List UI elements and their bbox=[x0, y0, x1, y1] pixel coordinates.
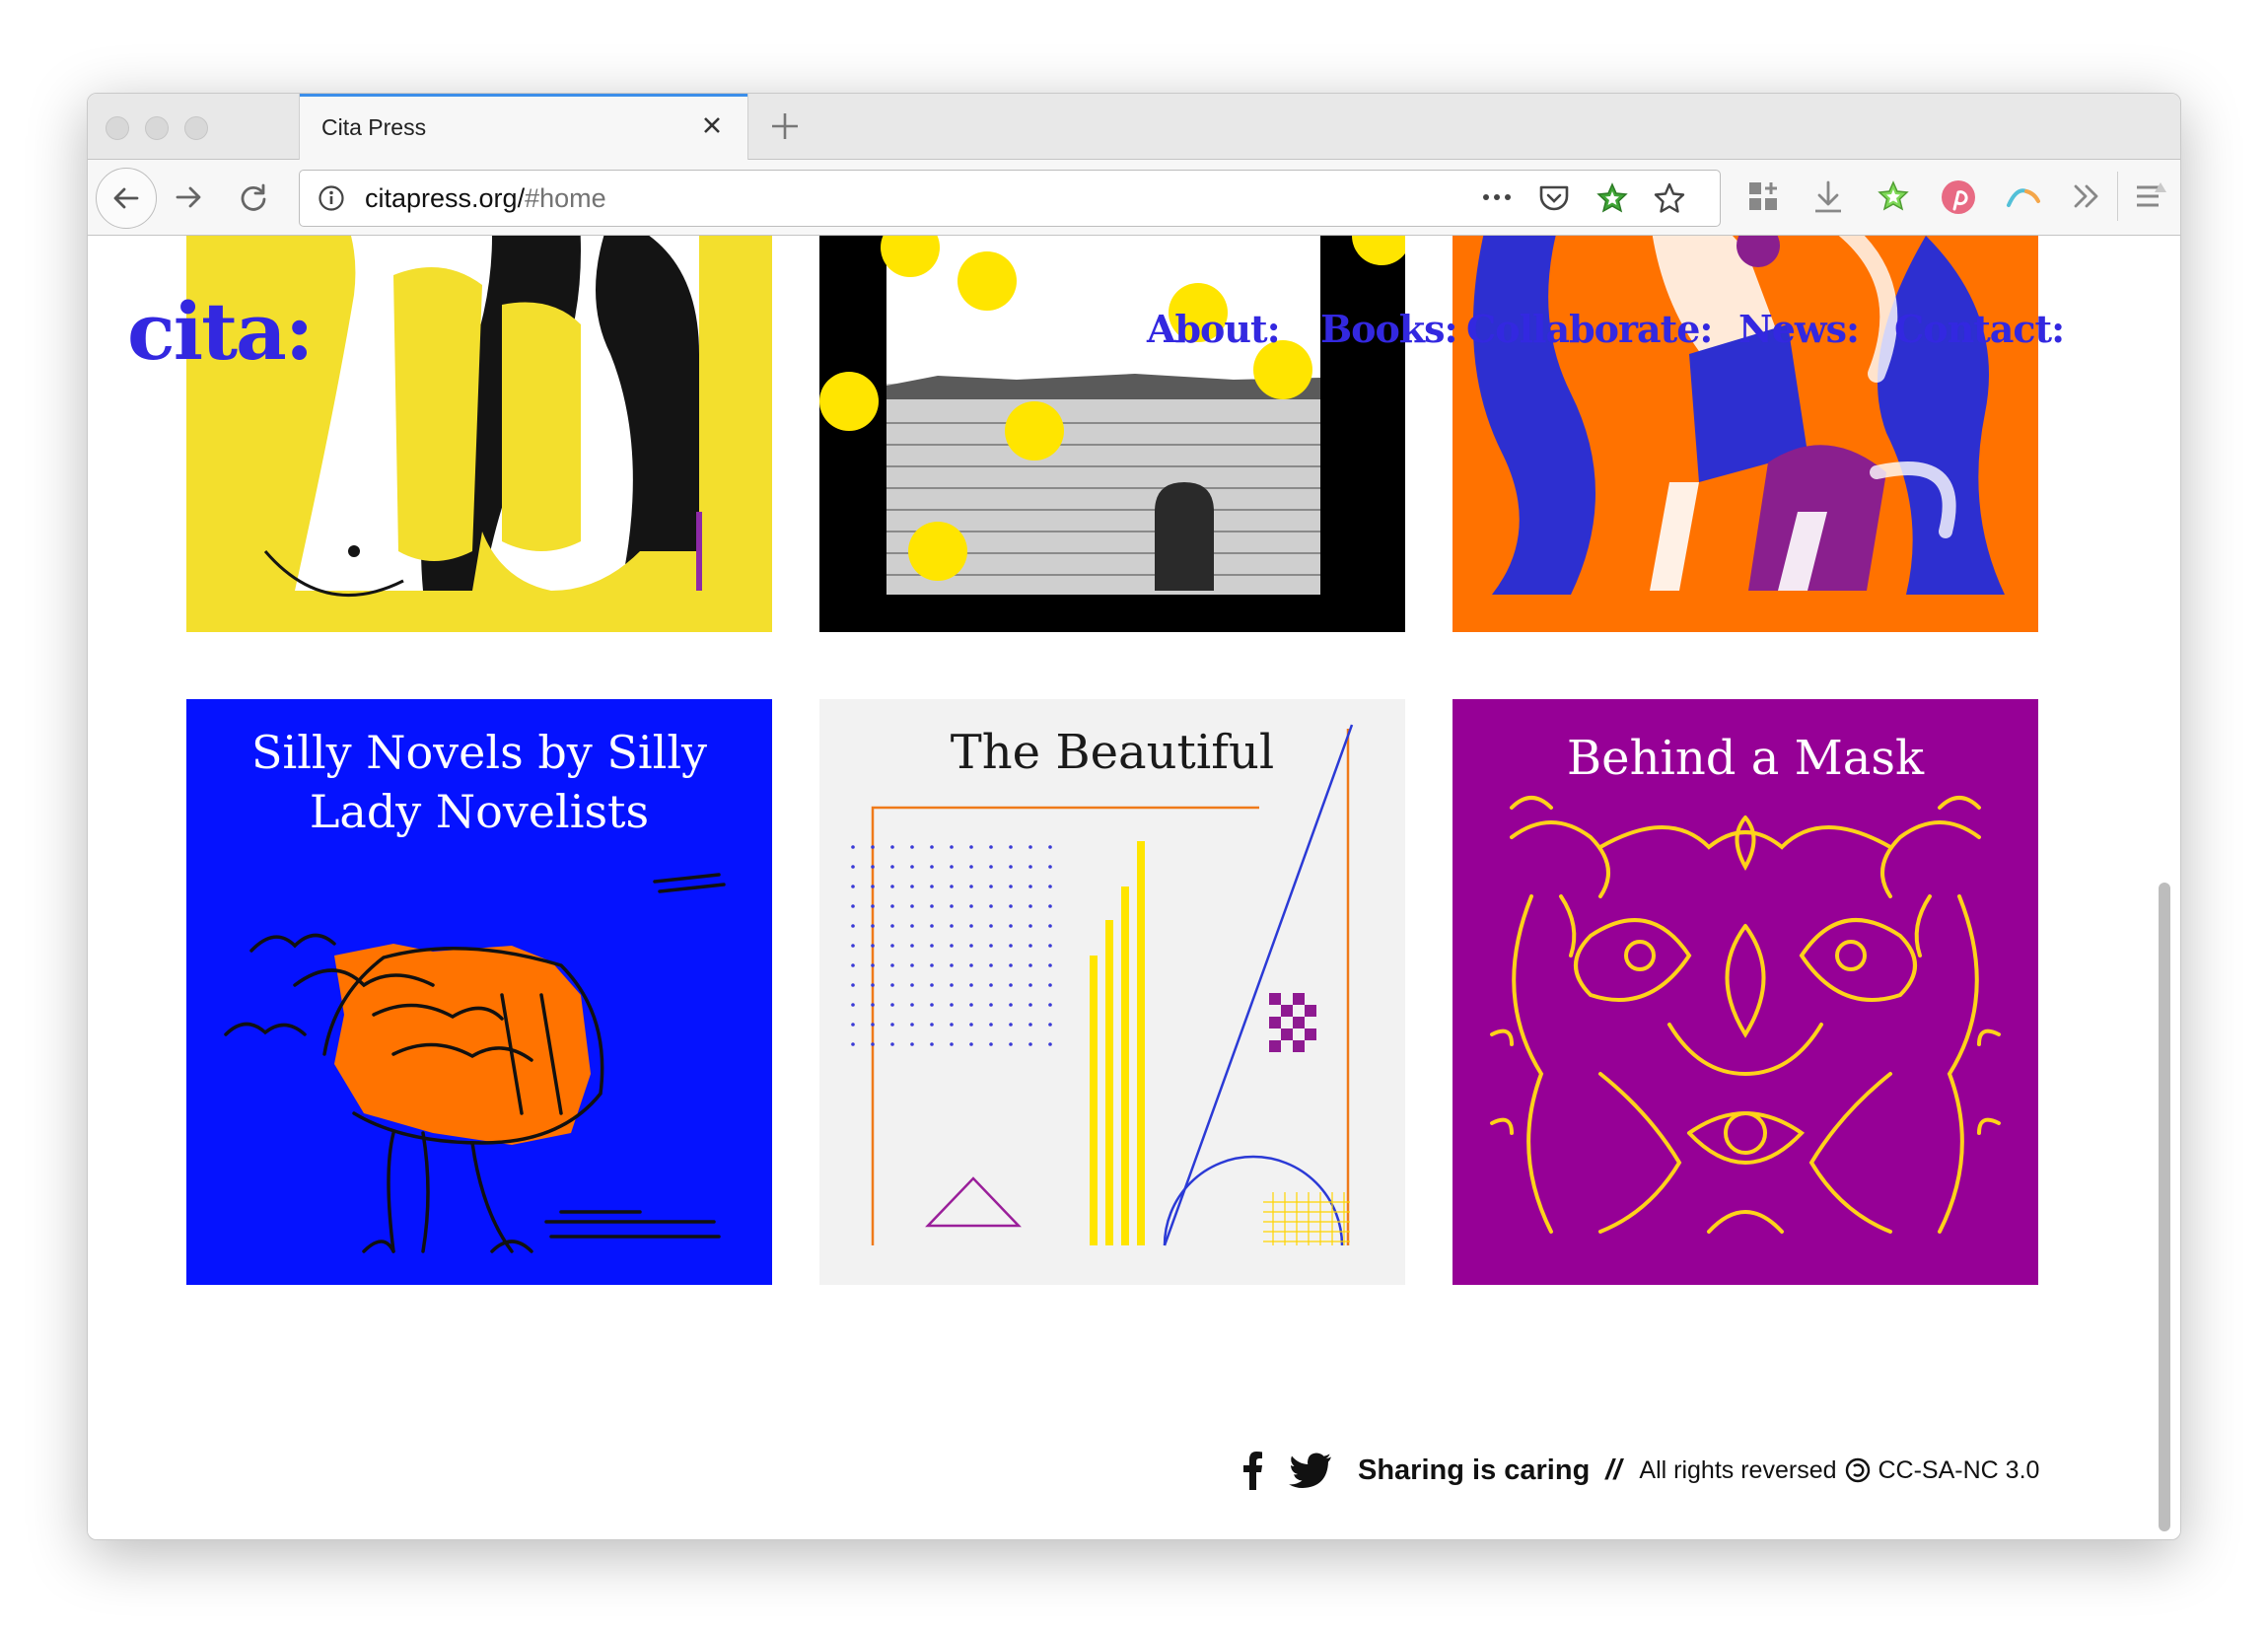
book-cover-silly-novels[interactable]: Silly Novels by Silly Lady Novelists bbox=[186, 699, 772, 1285]
hamburger-menu-icon[interactable] bbox=[2133, 179, 2168, 213]
tab-cita-press[interactable]: Cita Press bbox=[299, 94, 748, 160]
tab-title: Cita Press bbox=[321, 114, 427, 140]
twitter-icon[interactable] bbox=[1289, 1453, 1332, 1488]
scrollbar-thumb[interactable] bbox=[2159, 883, 2170, 1531]
url-path: #home bbox=[525, 183, 606, 213]
nav-collaborate[interactable]: Collaborate: bbox=[1466, 307, 1713, 351]
footer-separator: // bbox=[1605, 1454, 1622, 1486]
reload-button[interactable] bbox=[230, 174, 277, 221]
info-icon[interactable] bbox=[318, 184, 345, 212]
book-cover-art bbox=[224, 873, 726, 1253]
page-content: Silly Novels by Silly Lady Novelists The… bbox=[88, 236, 2180, 1539]
tab-strip: Cita Press bbox=[88, 94, 2180, 160]
back-button[interactable] bbox=[96, 168, 157, 229]
license-text: CC-SA-NC 3.0 bbox=[1878, 1455, 2040, 1484]
nav-about[interactable]: About: bbox=[1147, 307, 1281, 351]
overflow-chevrons-icon[interactable] bbox=[2070, 179, 2103, 213]
book-cover-tile[interactable] bbox=[1453, 236, 2038, 632]
arrow-right-icon bbox=[176, 186, 201, 208]
navigation-toolbar: citapress.org/#home bbox=[88, 160, 2180, 236]
window-zoom-dot[interactable] bbox=[184, 116, 208, 140]
toolbar-divider bbox=[2117, 172, 2118, 221]
address-bar[interactable]: citapress.org/#home bbox=[299, 170, 1721, 227]
browser-window: Cita Press citapress.org/#home Silly Nov… bbox=[87, 93, 2181, 1540]
bookmark-star-icon[interactable] bbox=[1653, 181, 1686, 215]
window-close-dot[interactable] bbox=[106, 116, 129, 140]
window-minimize-dot[interactable] bbox=[145, 116, 169, 140]
arrow-left-icon bbox=[113, 187, 139, 209]
new-tab-icon[interactable] bbox=[764, 106, 806, 147]
site-footer: Sharing is caring // All rights reversed… bbox=[1241, 1451, 2040, 1490]
pinterest-icon[interactable] bbox=[1940, 178, 1977, 216]
url-domain: citapress.org/ bbox=[365, 183, 526, 213]
site-logo[interactable]: cita: bbox=[127, 285, 314, 378]
vertical-scrollbar[interactable] bbox=[2153, 236, 2176, 1539]
color-extension-icon[interactable] bbox=[2005, 181, 2042, 211]
nav-news[interactable]: News: bbox=[1738, 307, 1860, 351]
extension-star-icon[interactable] bbox=[1595, 181, 1629, 215]
book-cover-tile[interactable] bbox=[819, 236, 1405, 632]
book-cover-the-beautiful[interactable]: The Beautiful bbox=[819, 699, 1405, 1285]
download-icon[interactable] bbox=[1811, 179, 1845, 215]
book-cover-art bbox=[1453, 236, 2038, 632]
book-cover-art bbox=[851, 724, 1354, 1246]
sharing-text: Sharing is caring bbox=[1358, 1454, 1591, 1486]
page-actions-icon[interactable] bbox=[1479, 182, 1515, 212]
extension-clover-icon[interactable] bbox=[1877, 179, 1910, 213]
pocket-icon[interactable] bbox=[1537, 182, 1571, 214]
library-icon[interactable] bbox=[1746, 179, 1782, 215]
facebook-icon[interactable] bbox=[1241, 1451, 1263, 1490]
nav-books[interactable]: Books: bbox=[1320, 307, 1458, 351]
book-cover-art bbox=[1490, 796, 2001, 1234]
url-text: citapress.org/#home bbox=[365, 183, 606, 214]
nav-contact[interactable]: Contact: bbox=[1894, 307, 2065, 351]
close-tab-icon[interactable] bbox=[694, 107, 730, 143]
tab-active-indicator bbox=[300, 94, 747, 97]
book-cover-art bbox=[819, 236, 1405, 632]
rights-text: All rights reversed bbox=[1639, 1455, 1837, 1484]
copyleft-icon bbox=[1845, 1457, 1870, 1483]
book-cover-behind-a-mask[interactable]: Behind a Mask bbox=[1453, 699, 2038, 1285]
reload-icon bbox=[241, 183, 266, 211]
forward-button[interactable] bbox=[165, 174, 212, 221]
